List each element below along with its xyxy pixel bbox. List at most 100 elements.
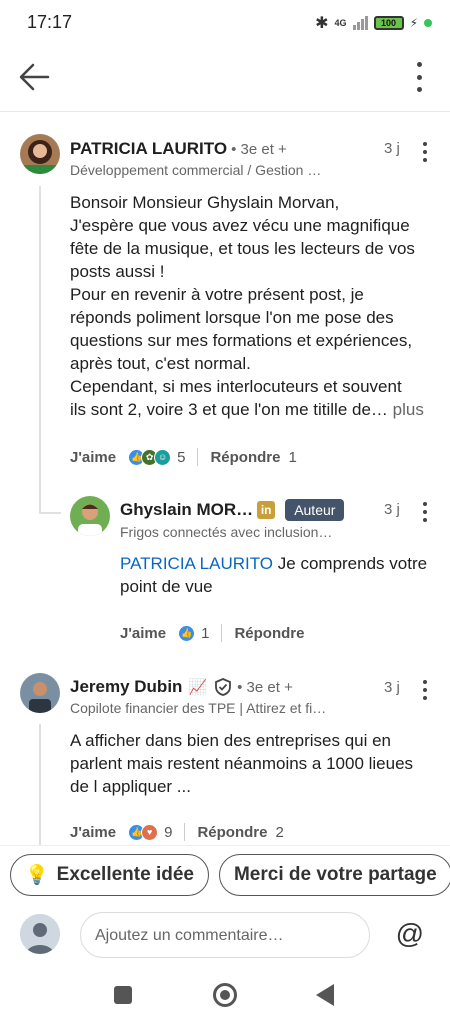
chart-emoji-icon: 📈 <box>188 679 208 696</box>
chip-label: Excellente idée <box>56 864 194 885</box>
comment-time: 3 j <box>384 501 400 518</box>
text-line: réponds poliment lorsque l'on me pose de… <box>70 308 394 327</box>
text-line: posts aussi ! <box>70 262 165 281</box>
divider <box>197 448 199 466</box>
reactions-summary[interactable]: 👍 ♥ <box>128 823 159 841</box>
avatar-photo-icon <box>20 134 60 174</box>
text-line: de l appliquer ... <box>70 777 191 796</box>
thread-line <box>39 186 41 512</box>
comment-more-button[interactable] <box>421 502 429 522</box>
dot-icon <box>423 688 427 692</box>
text-line: parlent mais restent néanmoins a 1000 li… <box>70 754 414 773</box>
text-line: questions sur mes formations et expérien… <box>70 331 413 350</box>
text-span: Je comprends votre <box>273 554 428 573</box>
author-badge: Auteur <box>285 499 345 521</box>
top-app-bar <box>0 44 450 112</box>
text-line: A afficher dans bien des entreprises qui… <box>70 731 392 750</box>
comment-input[interactable]: Ajoutez un commentaire… <box>80 912 370 958</box>
dot-icon <box>416 87 422 92</box>
author-headline: Développement commercial / Gestion … <box>70 162 322 178</box>
connection-degree: • 3e et + <box>237 678 293 696</box>
comment-actions: J'aime 👍 ✿ ☺ 5 Répondre 1 <box>70 448 297 466</box>
system-back-button[interactable] <box>316 984 334 1006</box>
dot-icon <box>423 158 427 162</box>
like-button[interactable]: J'aime <box>70 824 116 841</box>
divider <box>221 624 223 642</box>
dot-icon <box>423 502 427 506</box>
author-name[interactable]: Ghyslain MOR… <box>120 500 253 520</box>
default-avatar-icon <box>20 914 60 954</box>
linkedin-premium-icon: in <box>257 501 276 519</box>
dot-icon <box>423 150 427 154</box>
reaction-count: 9 <box>164 823 173 841</box>
reactions-summary[interactable]: 👍 ✿ ☺ <box>128 448 172 466</box>
bluetooth-icon: ✱ <box>315 15 329 32</box>
text-line: fête de la musique, et tous les lecteurs… <box>70 239 415 258</box>
funny-reaction-icon: ☺ <box>154 448 172 466</box>
more-options-button[interactable] <box>414 62 424 92</box>
see-more-link[interactable]: plus <box>393 400 424 419</box>
author-line: PATRICIA LAURITO • 3e et + <box>70 139 287 159</box>
comment-text: Bonsoir Monsieur Ghyslain Morvan, J'espè… <box>70 191 442 421</box>
arrow-left-icon <box>19 63 50 91</box>
like-button[interactable]: J'aime <box>120 625 166 642</box>
system-nav-bar <box>0 970 450 1024</box>
text-line: point de vue <box>120 577 213 596</box>
verified-shield-icon <box>215 678 232 696</box>
comment-actions: J'aime 👍 ♥ 9 Répondre 2 <box>70 823 284 841</box>
suggestion-chip[interactable]: Merci de votre partage <box>218 854 450 896</box>
chip-label: Merci de votre partage <box>233 864 437 885</box>
charging-icon: ⚡ <box>409 16 418 30</box>
avatar[interactable] <box>20 134 60 174</box>
author-line: Ghyslain MOR… in Auteur <box>120 499 345 521</box>
comment-text: PATRICIA LAURITO Je comprends votre poin… <box>120 552 440 598</box>
comment-composer: Ajoutez un commentaire… @ <box>0 912 450 962</box>
avatar-photo-icon <box>20 673 60 713</box>
dot-icon <box>423 510 427 514</box>
reactions-summary[interactable]: 👍 <box>178 624 196 642</box>
reply-button[interactable]: Répondre <box>234 625 304 642</box>
home-button[interactable] <box>213 983 237 1007</box>
mention-at-button[interactable]: @ <box>396 918 424 950</box>
user-avatar[interactable] <box>20 914 60 954</box>
thread-line <box>39 724 41 846</box>
recent-apps-button[interactable] <box>114 986 132 1004</box>
chips-divider <box>0 845 450 846</box>
comment-time: 3 j <box>384 140 400 157</box>
mention-link[interactable]: PATRICIA LAURITO <box>120 554 273 573</box>
comment-time: 3 j <box>384 679 400 696</box>
text-line: Pour en revenir à votre présent post, je <box>70 285 364 304</box>
reaction-count: 5 <box>177 448 186 466</box>
text-line: J'espère que vous avez vécu une magnifiq… <box>70 216 410 235</box>
author-headline: Frigos connectés avec inclusion… <box>120 524 333 540</box>
reply-count: 1 <box>288 448 297 466</box>
status-icons: ✱ 4G 100 ⚡ <box>315 13 432 33</box>
like-button[interactable]: J'aime <box>70 449 116 466</box>
back-button[interactable] <box>18 62 52 92</box>
dot-icon <box>423 142 427 146</box>
author-headline: Copilote financier des TPE | Attirez et … <box>70 700 327 716</box>
comment-actions: J'aime 👍 1 Répondre <box>120 624 304 642</box>
avatar[interactable] <box>20 673 60 713</box>
comment-text: A afficher dans bien des entreprises qui… <box>70 729 442 798</box>
avatar[interactable] <box>70 496 110 536</box>
network-type: 4G <box>334 17 347 28</box>
status-time: 17:17 <box>27 12 73 32</box>
dot-icon <box>423 680 427 684</box>
comment-more-button[interactable] <box>421 142 429 162</box>
avatar-photo-icon <box>70 496 110 536</box>
dot-icon <box>416 74 422 80</box>
author-name[interactable]: PATRICIA LAURITO <box>70 139 227 159</box>
reply-button[interactable]: Répondre <box>210 449 280 466</box>
status-bar: 17:17 ✱ 4G 100 ⚡ <box>0 0 450 44</box>
author-name[interactable]: Jeremy Dubin <box>70 677 182 697</box>
author-line: Jeremy Dubin 📈 • 3e et + <box>70 677 293 697</box>
signal-icon <box>352 16 368 30</box>
text-line: Bonsoir Monsieur Ghyslain Morvan, <box>70 193 340 212</box>
reply-count: 2 <box>275 823 284 841</box>
suggestion-chip[interactable]: 💡 Excellente idée <box>10 854 209 896</box>
divider <box>184 823 186 841</box>
reply-button[interactable]: Répondre <box>197 824 267 841</box>
comment-more-button[interactable] <box>421 680 429 700</box>
text-line: ils sont 2, voire 3 et que l'on me titil… <box>70 400 388 419</box>
